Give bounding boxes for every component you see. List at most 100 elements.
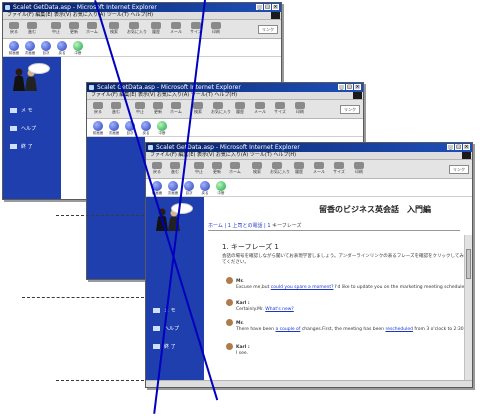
key-phrase-link[interactable]: What's new? (265, 307, 294, 312)
mail-button[interactable]: メール (253, 102, 267, 116)
mail-button[interactable]: メール (169, 22, 183, 36)
vertical-scrollbar[interactable] (464, 235, 472, 381)
maximize-icon[interactable]: □ (346, 84, 353, 90)
sidebar-item-help[interactable]: ヘルプ (10, 125, 36, 133)
menu-bar[interactable]: ファイル(F) 編集(E) 表示(V) お気に入り(A) ツール(T) ヘルプ(… (146, 152, 472, 160)
sidebar-item-exit[interactable]: 終 了 (10, 143, 33, 151)
next-screen-button[interactable]: 次画面 (23, 41, 37, 55)
suspend-button[interactable]: 中断 (155, 121, 169, 135)
maximize-icon[interactable]: □ (455, 144, 462, 150)
close-icon[interactable]: × (354, 84, 361, 90)
links-button[interactable]: リンク (340, 105, 360, 114)
close-icon[interactable]: × (272, 4, 279, 10)
return-button[interactable]: 戻る (198, 181, 212, 195)
print-button[interactable]: 印刷 (293, 102, 307, 116)
contents-button[interactable]: 目次 (182, 181, 196, 195)
key-phrase-link[interactable]: a couple of (275, 327, 300, 332)
prev-screen-button[interactable]: 前画面 (91, 121, 105, 135)
breadcrumb-home-link[interactable]: ホーム (208, 223, 223, 229)
home-button[interactable]: ホーム (85, 22, 99, 36)
history-button[interactable]: 履歴 (233, 102, 247, 116)
history-button[interactable]: 履歴 (149, 22, 163, 36)
search-button[interactable]: 検索 (107, 22, 121, 36)
size-button[interactable]: サイズ (273, 102, 287, 116)
minimize-icon[interactable]: _ (338, 84, 345, 90)
mail-icon (314, 162, 324, 169)
stop-button[interactable]: 中止 (49, 22, 63, 36)
size-button[interactable]: サイズ (332, 162, 346, 176)
suspend-button[interactable]: 中断 (71, 41, 85, 55)
history-button[interactable]: 履歴 (292, 162, 306, 176)
sidebar-item-exit-label: 終 了 (164, 344, 176, 350)
page-content: 留香のビジネス英会話 入門編 ホーム | 1 上司との電話 | 1 キーフレーズ… (204, 197, 472, 387)
back-icon (152, 162, 162, 169)
links-button[interactable]: リンク (449, 165, 469, 174)
prev-screen-button[interactable]: 前画面 (7, 41, 21, 55)
stop-button[interactable]: 中止 (192, 162, 206, 176)
window-title: Scalet GetData.asp - Microsoft Internet … (97, 84, 241, 91)
minimize-icon[interactable]: _ (447, 144, 454, 150)
ie-window-front[interactable]: Scalet GetData.asp - Microsoft Internet … (145, 142, 473, 388)
forward-button[interactable]: 進む (109, 102, 123, 116)
print-button[interactable]: 印刷 (352, 162, 366, 176)
key-phrase-link[interactable]: could you spare a moment? (271, 285, 334, 290)
refresh-icon (69, 22, 79, 29)
refresh-button[interactable]: 更新 (151, 102, 165, 116)
search-button[interactable]: 検索 (250, 162, 264, 176)
status-bar (146, 380, 472, 387)
toolbar: 戻る 進む 中止 更新 ホーム 検索 お気に入り 履歴 メール サイズ 印刷 リ… (146, 160, 472, 179)
scrollbar-thumb[interactable] (466, 249, 471, 279)
suspend-button[interactable]: 中断 (214, 181, 228, 195)
refresh-button[interactable]: 更新 (67, 22, 81, 36)
close-icon[interactable]: × (463, 144, 470, 150)
favorites-button[interactable]: お気に入り (270, 162, 290, 176)
menu-bar[interactable]: ファイル(F) 編集(E) 表示(V) お気に入り(A) ツール(T) ヘルプ(… (3, 12, 281, 20)
menu-items[interactable]: ファイル(F) 編集(E) 表示(V) お気に入り(A) ツール(T) ヘルプ(… (150, 152, 296, 158)
back-button[interactable]: 戻る (91, 102, 105, 116)
maximize-icon[interactable]: □ (264, 4, 271, 10)
title-bar[interactable]: Scalet GetData.asp - Microsoft Internet … (3, 3, 281, 12)
sidebar-item-memo[interactable]: メ モ (153, 307, 176, 315)
favorites-button[interactable]: お気に入り (127, 22, 147, 36)
return-button[interactable]: 戻る (139, 121, 153, 135)
stop-button[interactable]: 中止 (133, 102, 147, 116)
return-button[interactable]: 戻る (55, 41, 69, 55)
back-button[interactable]: 戻る (7, 22, 21, 36)
sidebar-item-exit[interactable]: 終 了 (153, 343, 176, 351)
dialogue-text: I'd like to update you on the marketing … (333, 285, 466, 290)
speech-bubble-icon (28, 63, 50, 74)
refresh-button[interactable]: 更新 (210, 162, 224, 176)
back-button[interactable]: 戻る (150, 162, 164, 176)
speaker-name: Mr. (236, 279, 244, 284)
menu-bar[interactable]: ファイル(F) 編集(E) 表示(V) お気に入り(A) ツール(T) ヘルプ(… (87, 92, 363, 100)
forward-icon (111, 102, 121, 109)
contents-button[interactable]: 目次 (39, 41, 53, 55)
minimize-icon[interactable]: _ (256, 4, 263, 10)
history-icon (294, 162, 304, 169)
forward-button[interactable]: 進む (168, 162, 182, 176)
sidebar-item-help[interactable]: ヘルプ (153, 325, 179, 333)
sidebar-item-memo[interactable]: メ モ (10, 107, 33, 115)
title-bar[interactable]: Scalet GetData.asp - Microsoft Internet … (146, 143, 472, 152)
print-button[interactable]: 印刷 (209, 22, 223, 36)
return-label: 戻る (201, 191, 209, 195)
mail-button[interactable]: メール (312, 162, 326, 176)
forward-button[interactable]: 進む (25, 22, 39, 36)
key-phrase-link[interactable]: rescheduled (385, 327, 413, 332)
home-button[interactable]: ホーム (228, 162, 242, 176)
links-button[interactable]: リンク (258, 25, 278, 34)
next-screen-button[interactable]: 次画面 (107, 121, 121, 135)
breadcrumb-course-link[interactable]: 上司との電話 (233, 223, 263, 229)
title-bar[interactable]: Scalet GetData.asp - Microsoft Internet … (87, 83, 363, 92)
favorites-button[interactable]: お気に入り (211, 102, 231, 116)
menu-items[interactable]: ファイル(F) 編集(E) 表示(V) お気に入り(A) ツール(T) ヘルプ(… (91, 92, 237, 98)
next-screen-button[interactable]: 次画面 (166, 181, 180, 195)
font-size-icon (275, 102, 285, 109)
home-button[interactable]: ホーム (169, 102, 183, 116)
ie-logo-icon (89, 85, 94, 90)
sidebar: メ モ ヘルプ 終 了 (3, 57, 61, 199)
menu-items[interactable]: ファイル(F) 編集(E) 表示(V) お気に入り(A) ツール(T) ヘルプ(… (7, 12, 153, 18)
breadcrumb: ホーム | 1 上司との電話 | 1 キーフレーズ (208, 223, 302, 229)
favorites-icon (213, 102, 223, 109)
suspend-label: 中断 (217, 191, 225, 195)
